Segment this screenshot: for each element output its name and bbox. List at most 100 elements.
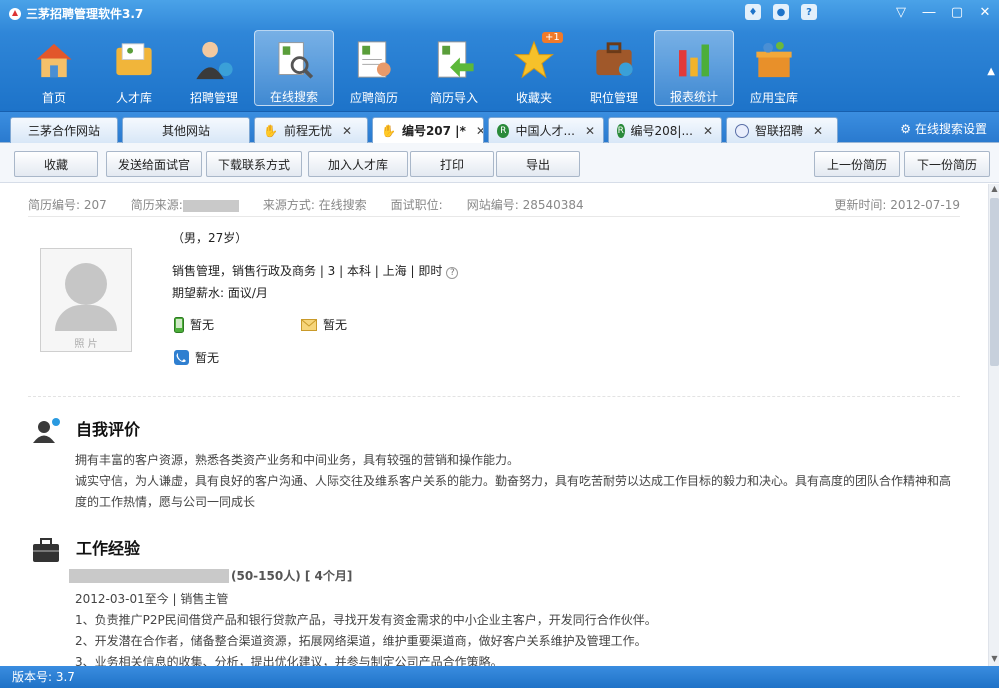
tab-close-icon[interactable]: ✕ — [476, 124, 483, 138]
source-method: 来源方式: 在线搜索 — [262, 198, 367, 212]
favorites-badge: +1 — [542, 32, 563, 43]
person-chat-icon — [33, 418, 60, 443]
toolbar-label: 收藏夹 — [515, 91, 552, 105]
job-period: 2012-03-01至今 | 销售主管 — [75, 592, 229, 606]
photo-label: 照 片 — [74, 339, 98, 350]
tab-51job[interactable]: ✋ 前程无忧 ✕ — [254, 117, 368, 143]
send-to-interviewer-button[interactable]: 发送给面试官 — [106, 151, 202, 177]
scroll-down-icon[interactable]: ▼ — [989, 654, 999, 666]
hand-icon: ✋ — [263, 123, 278, 138]
toolbar-label: 报表统计 — [669, 90, 718, 104]
print-button[interactable]: 打印 — [410, 151, 494, 177]
self-eval-line: 诚实守信，为人谦虚，具有良好的客户沟通、人际交往及维系客户关系的能力。勤奋努力，… — [75, 474, 952, 488]
online-search-settings[interactable]: ⚙ 在线搜索设置 — [900, 120, 987, 137]
company-row: (50-150人) [ 4个月] — [69, 567, 352, 584]
action-bar: 收藏 发送给面试官 下载联系方式 加入人才库 打印 导出 上一份简历 下一份简历 — [0, 143, 999, 183]
tab-close-icon[interactable]: ✕ — [813, 124, 823, 138]
tab-close-icon[interactable]: ✕ — [342, 124, 352, 138]
toolbar-online-search[interactable]: 在线搜索 — [254, 30, 334, 106]
chat-icon[interactable]: ● — [773, 4, 789, 20]
star-icon — [514, 40, 554, 79]
skin-icon[interactable]: ♦ — [745, 4, 761, 20]
export-button[interactable]: 导出 — [496, 151, 580, 177]
self-eval-title: 自我评价 — [76, 420, 141, 439]
tab-resume-207[interactable]: ✋ 编号207 |* ✕ — [372, 117, 484, 143]
email-value: 暂无 — [323, 318, 348, 332]
resume-source: 简历来源: — [131, 196, 239, 213]
email-contact: 暂无 — [301, 316, 347, 333]
import-icon — [437, 41, 474, 78]
globe-icon — [735, 123, 749, 138]
job-details: 2012-03-01至今 | 销售主管 1、负责推广P2P民间借贷产品和银行贷款… — [75, 589, 959, 666]
toolbar-favorites[interactable]: +1 收藏夹 — [494, 30, 574, 106]
prev-resume-button[interactable]: 上一份简历 — [814, 151, 900, 177]
toolbar-label: 职位管理 — [589, 91, 638, 105]
toolbar-home[interactable]: 首页 — [14, 30, 94, 106]
scroll-up-icon[interactable]: ▲ — [989, 184, 999, 196]
toolbar-scroll-up-icon[interactable]: ▲ — [987, 66, 995, 77]
site-icon: R — [497, 123, 510, 138]
job-duty: 2、开发潜在合作者，储备整合渠道资源，拓展网络渠道，维护重要渠道商，做好客户关系… — [75, 634, 647, 648]
interview-position: 面试职位: — [390, 198, 443, 212]
mobile-icon — [174, 316, 184, 333]
toolbar-app-store[interactable]: 应用宝库 — [734, 30, 814, 106]
tab-zhaopin[interactable]: 智联招聘 ✕ — [726, 117, 838, 143]
self-eval-line: 拥有丰富的客户资源，熟悉各类资产业务和中间业务，具有较强的营销和操作能力。 — [75, 453, 520, 467]
mobile-value: 暂无 — [190, 318, 215, 332]
expected-salary: 期望薪水: 面议/月 — [172, 286, 268, 300]
tab-other-sites[interactable]: 其他网站 — [122, 117, 250, 143]
toolbar-recruit-mgmt[interactable]: 招聘管理 — [174, 30, 254, 106]
tab-chinahr[interactable]: R 中国人才... ✕ — [488, 117, 604, 143]
divider — [28, 216, 960, 217]
tab-resume-208[interactable]: R 编号208|... ✕ — [608, 117, 722, 143]
toolbar-applications[interactable]: 应聘简历 — [334, 30, 414, 106]
toolbar-label: 应用宝库 — [749, 91, 798, 105]
favorite-button[interactable]: 收藏 — [14, 151, 98, 177]
vertical-scrollbar[interactable]: ▲ ▼ — [988, 184, 999, 666]
home-icon — [36, 43, 72, 78]
settings-label: 在线搜索设置 — [914, 122, 987, 136]
next-resume-button[interactable]: 下一份简历 — [904, 151, 990, 177]
hand-icon: ✋ — [381, 123, 396, 138]
minimize-button[interactable]: ― — [915, 0, 943, 24]
resume-meta: 简历编号: 207 简历来源: 来源方式: 在线搜索 面试职位: 网站编号: 2… — [28, 196, 960, 213]
maximize-button[interactable]: ▢ — [943, 0, 971, 24]
toolbar-label: 首页 — [41, 91, 66, 105]
mobile-contact: 暂无 — [174, 316, 214, 333]
tab-label: 编号207 |* — [401, 124, 466, 138]
briefcase-icon — [596, 42, 633, 77]
tab-bar: 三茅合作网站 其他网站 ✋ 前程无忧 ✕ ✋ 编号207 |* ✕ R 中国人才… — [0, 112, 999, 143]
scrollbar-thumb[interactable] — [990, 198, 999, 366]
help-icon[interactable]: ? — [801, 4, 817, 20]
chart-icon — [679, 44, 709, 77]
toolbar-label: 简历导入 — [429, 91, 478, 105]
tab-close-icon[interactable]: ✕ — [703, 124, 713, 138]
search-resume-icon — [278, 42, 314, 79]
tab-partner-sites[interactable]: 三茅合作网站 — [10, 117, 118, 143]
toolbar-label: 在线搜索 — [269, 90, 318, 104]
toolbar-positions[interactable]: 职位管理 — [574, 30, 654, 106]
avatar-body — [55, 305, 117, 331]
help-icon[interactable]: ? — [446, 267, 459, 279]
toolbar-import[interactable]: 简历导入 — [414, 30, 494, 106]
toolbar-label: 应聘简历 — [349, 91, 398, 105]
briefcase-icon — [33, 538, 59, 562]
close-button[interactable]: ✕ — [971, 0, 999, 24]
work-exp-title: 工作经验 — [76, 539, 141, 558]
tab-close-icon[interactable]: ✕ — [585, 124, 595, 138]
resume-view: 简历编号: 207 简历来源: 来源方式: 在线搜索 面试职位: 网站编号: 2… — [12, 184, 988, 666]
updated-time: 更新时间: 2012-07-19 — [834, 198, 960, 212]
tab-label: 前程无忧 — [283, 124, 332, 138]
add-to-talent-pool-button[interactable]: 加入人才库 — [308, 151, 408, 177]
download-contact-button[interactable]: 下载联系方式 — [206, 151, 302, 177]
redacted-company — [69, 568, 229, 583]
photo-placeholder: 照 片 — [40, 248, 132, 352]
career-summary: 销售管理，销售行政及商务 | 3 | 本科 | 上海 | 即时? — [172, 262, 459, 279]
gift-box-icon — [756, 41, 792, 78]
toolbar-talent-pool[interactable]: 人才库 — [94, 30, 174, 106]
job-duty: 1、负责推广P2P民间借贷产品和银行贷款产品，寻找开发有资金需求的中小企业主客户… — [75, 613, 657, 627]
toolbar-reports[interactable]: 报表统计 — [654, 30, 734, 106]
app-logo-icon — [9, 7, 21, 20]
tab-label: 中国人才... — [515, 124, 575, 138]
menu-dropdown-icon[interactable]: ▽ — [887, 0, 915, 24]
